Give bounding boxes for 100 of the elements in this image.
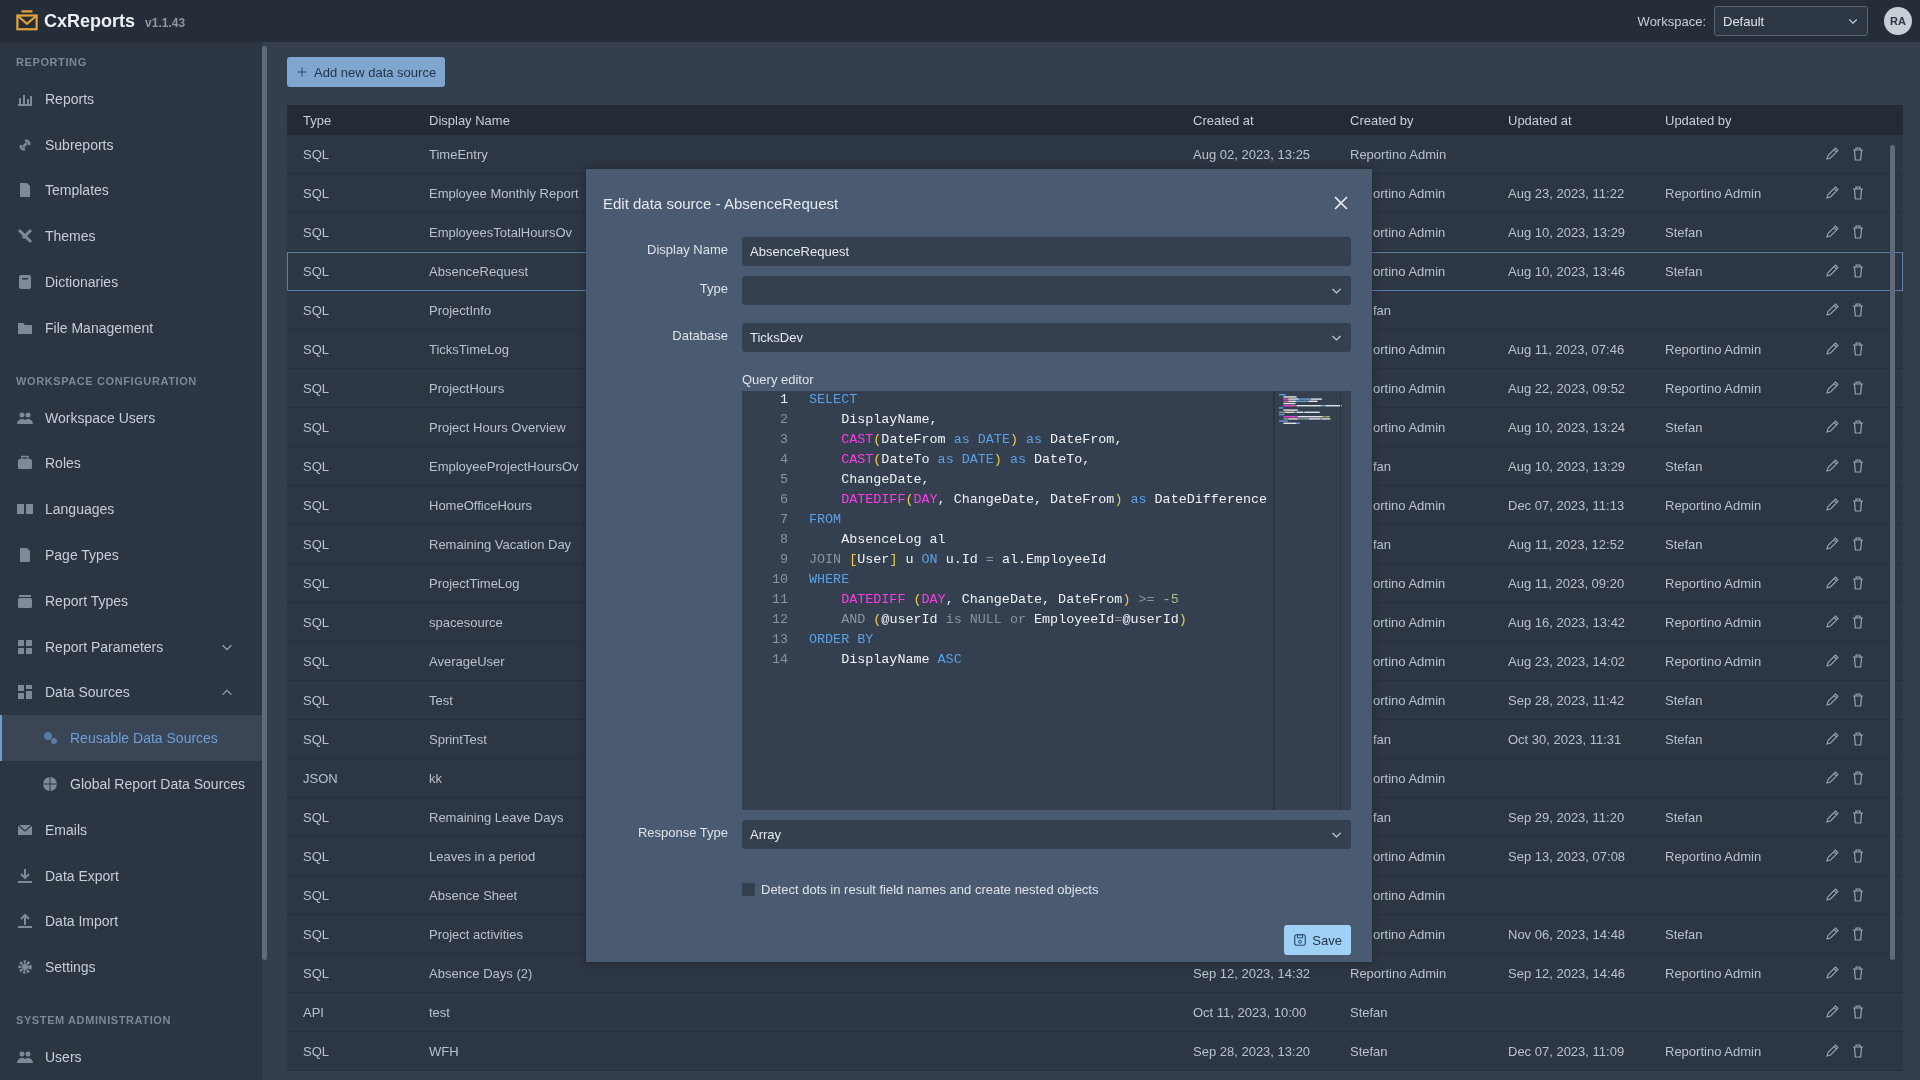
- table-cell: TimeEntry: [429, 146, 488, 162]
- table-cell: SQL: [303, 575, 329, 591]
- table-cell: Aug 11, 2023, 09:20: [1508, 575, 1625, 591]
- table-cell: SQL: [303, 926, 329, 942]
- table-cell: ortino Admin: [1373, 380, 1446, 396]
- table-cell: Aug 10, 2023, 13:46: [1508, 263, 1626, 279]
- table-cell: SQL: [303, 848, 329, 864]
- table-cell: Dec 07, 2023, 11:09: [1508, 1043, 1625, 1059]
- table-cell: Sep 12, 2023, 14:32: [1193, 965, 1311, 981]
- table-cell: Stefan: [1665, 224, 1703, 240]
- table-cell: ortino Admin: [1373, 614, 1446, 630]
- table-cell: Reportino Admin: [1665, 965, 1762, 981]
- column-header: Created by: [1349, 112, 1415, 128]
- table-cell: Aug 02, 2023, 13:25: [1193, 146, 1311, 162]
- table-cell: SQL: [303, 380, 329, 396]
- table-cell: ortino Admin: [1373, 497, 1446, 513]
- table-cell: ortino Admin: [1373, 575, 1446, 591]
- table-cell: Aug 10, 2023, 13:24: [1508, 419, 1626, 435]
- code-line: FROM: [809, 512, 843, 529]
- line-number: 1: [778, 392, 788, 409]
- table-cell: Employee Monthly Report: [429, 185, 579, 201]
- table-cell: SQL: [303, 224, 329, 240]
- code-line: CAST(DateFrom as DATE) as DateFrom,: [840, 432, 1124, 449]
- table-cell: ortino Admin: [1373, 848, 1446, 864]
- table-cell: Aug 23, 2023, 14:02: [1508, 653, 1626, 669]
- table-cell: Sep 29, 2023, 11:20: [1508, 809, 1625, 825]
- table-cell: spacesource: [429, 614, 503, 630]
- table-cell: SQL: [303, 809, 329, 825]
- table-cell: Aug 10, 2023, 13:29: [1508, 224, 1626, 240]
- table-cell: fan: [1373, 458, 1392, 474]
- code-line: DisplayName ASC: [840, 652, 963, 669]
- table-cell: SQL: [303, 302, 329, 318]
- code-line: WHERE: [809, 572, 851, 589]
- line-number: 4: [778, 452, 788, 469]
- line-number: 7: [778, 512, 788, 529]
- line-number: 8: [778, 532, 788, 549]
- table-cell: SQL: [303, 497, 329, 513]
- table-cell: JSON: [303, 770, 338, 786]
- table-cell: SQL: [303, 1043, 329, 1059]
- code-line: AbsenceLog al: [840, 532, 947, 549]
- line-number: 2: [778, 412, 788, 429]
- table-cell: Reportino Admin: [1665, 848, 1762, 864]
- table-cell: ortino Admin: [1373, 263, 1446, 279]
- table-cell: Reportino Admin: [1350, 965, 1447, 981]
- field-label: Display Name: [646, 241, 728, 257]
- column-header: Updated at: [1507, 112, 1573, 128]
- table-cell: EmployeeProjectHoursOv: [429, 458, 579, 474]
- table-cell: Dec 07, 2023, 11:13: [1508, 497, 1625, 513]
- table-cell: WFH: [429, 1043, 459, 1059]
- table-cell: SQL: [303, 692, 329, 708]
- table-cell: Sep 28, 2023, 13:20: [1193, 1043, 1311, 1059]
- table-cell: ortino Admin: [1373, 419, 1446, 435]
- field-label: Type: [698, 280, 728, 296]
- table-cell: Absence Days (2): [429, 965, 533, 981]
- code-line: DisplayName,: [840, 412, 939, 429]
- table-cell: Stefan: [1665, 809, 1703, 825]
- table-cell: Aug 10, 2023, 13:29: [1508, 458, 1626, 474]
- table-cell: Reportino Admin: [1665, 380, 1762, 396]
- table-cell: ProjectHours: [429, 380, 505, 396]
- table-cell: SQL: [303, 614, 329, 630]
- table-cell: Reportino Admin: [1350, 146, 1447, 162]
- table-cell: ortino Admin: [1373, 692, 1446, 708]
- line-number: 6: [778, 492, 788, 509]
- table-cell: fan: [1373, 536, 1392, 552]
- table-cell: Aug 16, 2023, 13:42: [1508, 614, 1626, 630]
- table-cell: Reportino Admin: [1665, 185, 1762, 201]
- field-label: Query editor: [742, 372, 815, 387]
- table-cell: Oct 30, 2023, 11:31: [1508, 731, 1622, 747]
- app-name: CxReports: [44, 10, 136, 32]
- column-header: Type: [302, 112, 333, 128]
- table-cell: Aug 22, 2023, 09:52: [1508, 380, 1626, 396]
- code-line: SELECT: [809, 392, 859, 409]
- table-cell: SQL: [303, 185, 329, 201]
- table-cell: Reportino Admin: [1665, 341, 1762, 357]
- column-header: Display Name: [428, 112, 511, 128]
- table-cell: ortino Admin: [1373, 887, 1446, 903]
- table-cell: Stefan: [1665, 419, 1703, 435]
- column-header: Updated by: [1664, 112, 1733, 128]
- table-cell: ortino Admin: [1373, 770, 1446, 786]
- table-cell: ProjectInfo: [429, 302, 492, 318]
- table-cell: Oct 11, 2023, 10:00: [1193, 1004, 1307, 1020]
- line-number: 9: [778, 552, 788, 569]
- table-cell: Reportino Admin: [1665, 653, 1762, 669]
- column-header: Created at: [1192, 112, 1255, 128]
- table-cell: API: [303, 1004, 324, 1020]
- table-cell: Aug 23, 2023, 11:22: [1508, 185, 1625, 201]
- table-cell: Reportino Admin: [1665, 497, 1762, 513]
- table-cell: Aug 11, 2023, 12:52: [1508, 536, 1625, 552]
- table-cell: Project activities: [429, 926, 523, 942]
- table-cell: ProjectTimeLog: [429, 575, 520, 591]
- table-cell: Leaves in a period: [429, 848, 536, 864]
- line-number: 5: [778, 472, 788, 489]
- table-cell: Stefan: [1665, 458, 1703, 474]
- table-cell: SQL: [303, 146, 329, 162]
- table-cell: SQL: [303, 263, 329, 279]
- table-cell: Remaining Vacation Day: [429, 536, 572, 552]
- table-cell: Remaining Leave Days: [429, 809, 564, 825]
- code-line: AND (@userId is NULL or EmployeeId=@userId): [840, 612, 1188, 629]
- field-label: Response Type: [636, 824, 728, 840]
- table-cell: Project Hours Overview: [429, 419, 566, 435]
